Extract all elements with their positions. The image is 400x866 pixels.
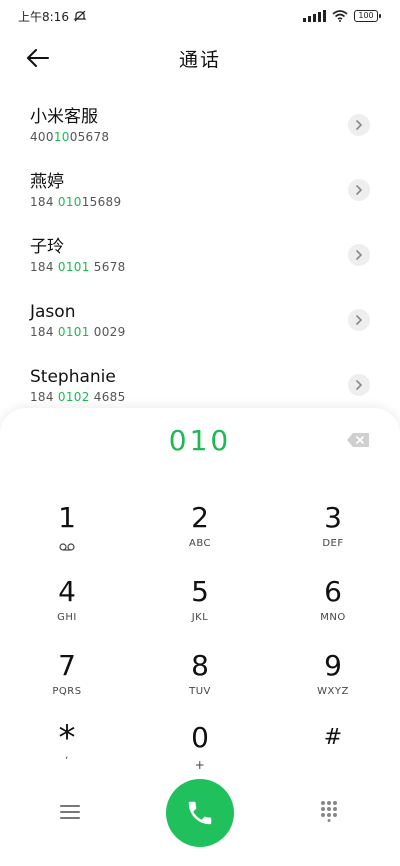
page-title: 通话 (178, 48, 221, 71)
contact-list: 小米客服 4001005678 燕婷 184 01015689 子玲 184 0… (0, 92, 400, 417)
contact-name: 子玲 (30, 237, 64, 257)
contact-number: 184 0101 0029 (30, 325, 126, 339)
arrow-left-icon (27, 49, 49, 67)
back-button[interactable] (20, 40, 56, 76)
battery-icon: 100 (354, 10, 381, 22)
contact-detail-button[interactable] (348, 374, 370, 396)
key-5[interactable]: 5 JKL (145, 574, 255, 640)
chevron-right-icon (356, 250, 363, 260)
status-right: 100 (303, 10, 381, 22)
contact-detail-button[interactable] (348, 179, 370, 201)
menu-icon[interactable] (59, 804, 81, 820)
header: 通话 (0, 32, 400, 84)
key-6[interactable]: 6 MNO (278, 574, 388, 640)
call-button[interactable] (166, 779, 234, 847)
phone-icon (188, 801, 212, 825)
contact-number: 4001005678 (30, 130, 110, 144)
key-0[interactable]: 0 + (145, 720, 255, 786)
contact-number: 184 0101 5678 (30, 260, 126, 274)
mute-notification-icon (73, 10, 87, 22)
chevron-right-icon (356, 315, 363, 325)
contact-detail-button[interactable] (348, 114, 370, 136)
keypad-toggle-icon[interactable] (320, 800, 338, 822)
contact-item[interactable]: 子玲 184 0101 5678 (0, 222, 400, 287)
wifi-icon (332, 10, 348, 22)
key-9[interactable]: 9 WXYZ (278, 648, 388, 714)
status-left: 上午8:16 (18, 8, 87, 25)
key-3[interactable]: 3 DEF (278, 500, 388, 566)
contact-name: 小米客服 (30, 107, 98, 127)
key-8[interactable]: 8 TUV (145, 648, 255, 714)
contact-name: Jason (30, 302, 76, 322)
chevron-right-icon (356, 120, 363, 130)
backspace-icon[interactable] (346, 432, 370, 448)
key-2[interactable]: 2 ABC (145, 500, 255, 566)
contact-name: Stephanie (30, 367, 116, 387)
contact-item[interactable]: 小米客服 4001005678 (0, 92, 400, 157)
voicemail-icon (59, 543, 75, 551)
chevron-right-icon (356, 185, 363, 195)
contact-name: 燕婷 (30, 172, 64, 192)
key-1[interactable]: 1 (12, 500, 122, 566)
key-hash[interactable]: # (278, 720, 388, 786)
signal-icon (303, 10, 326, 22)
contact-detail-button[interactable] (348, 309, 370, 331)
key-4[interactable]: 4 GHI (12, 574, 122, 640)
contact-item[interactable]: 燕婷 184 01015689 (0, 157, 400, 222)
contact-number: 184 01015689 (30, 195, 122, 209)
contact-number: 184 0102 4685 (30, 390, 126, 404)
chevron-right-icon (356, 380, 363, 390)
contact-detail-button[interactable] (348, 244, 370, 266)
key-7[interactable]: 7 PQRS (12, 648, 122, 714)
status-time: 上午8:16 (18, 9, 69, 24)
key-star[interactable]: * , (12, 720, 122, 786)
dialed-number: 010 (168, 424, 232, 457)
status-bar: 上午8:16 100 (0, 0, 400, 32)
contact-item[interactable]: Jason 184 0101 0029 (0, 287, 400, 352)
